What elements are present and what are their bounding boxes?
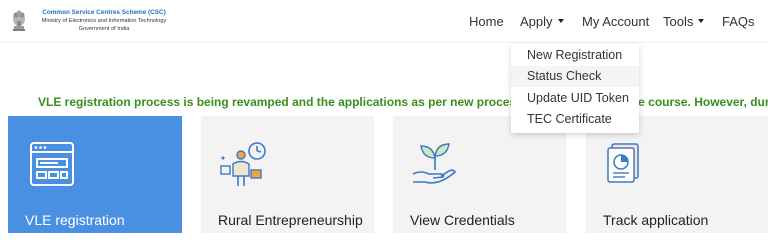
brand-government: Government of India: [78, 26, 130, 32]
national-emblem-icon: [13, 10, 25, 31]
nav-apply-label: Apply: [520, 14, 553, 29]
menu-item-new-registration[interactable]: New Registration: [511, 45, 639, 66]
menu-item-update-uid-token[interactable]: Update UID Token: [511, 88, 639, 109]
brand-title: Common Service Centres Scheme (CSC): [42, 9, 166, 16]
site-header: Common Service Centres Scheme (CSC) Mini…: [0, 0, 768, 43]
caret-down-icon: [698, 18, 705, 23]
card-label: Track application: [603, 212, 709, 228]
caret-down-icon: [557, 18, 564, 23]
nav-home[interactable]: Home: [469, 14, 504, 29]
card-track-application[interactable]: Track application: [586, 116, 768, 233]
nav-faqs[interactable]: FAQs: [722, 14, 755, 29]
plant-hand-icon: [412, 143, 457, 184]
menu-item-status-check[interactable]: Status Check: [511, 66, 639, 87]
menu-item-label: Status Check: [527, 69, 602, 83]
card-vle-registration[interactable]: VLE registration: [8, 116, 182, 233]
nav-apply[interactable]: Apply: [520, 14, 564, 29]
card-label: View Credentials: [410, 212, 515, 228]
browser-window-icon: [30, 142, 74, 186]
card-rural-entrepreneurship[interactable]: Rural Entrepreneurship: [201, 116, 374, 233]
announcement-marquee: VLE registration process is being revamp…: [0, 92, 768, 112]
menu-item-label: TEC Certificate: [527, 112, 612, 126]
nav-tools-label: Tools: [663, 14, 694, 29]
nav-my-account[interactable]: My Account: [582, 14, 649, 29]
menu-item-label: Update UID Token: [527, 91, 629, 105]
card-label: Rural Entrepreneurship: [218, 212, 363, 228]
menu-item-tec-certificate[interactable]: TEC Certificate: [511, 109, 639, 130]
menu-item-label: New Registration: [527, 48, 623, 62]
brand-ministry: Ministry of Electronics and Information …: [41, 18, 167, 24]
brand-block[interactable]: Common Service Centres Scheme (CSC) Mini…: [34, 9, 174, 33]
card-label: VLE registration: [25, 212, 125, 228]
card-view-credentials[interactable]: View Credentials: [393, 116, 566, 233]
announcement-text: VLE registration process is being revamp…: [38, 95, 768, 109]
entrepreneur-icon: [220, 142, 266, 186]
nav-tools[interactable]: Tools: [663, 14, 705, 29]
document-pie-chart-icon: [607, 143, 639, 183]
apply-dropdown-menu: New Registration Status Check Update UID…: [511, 44, 639, 133]
